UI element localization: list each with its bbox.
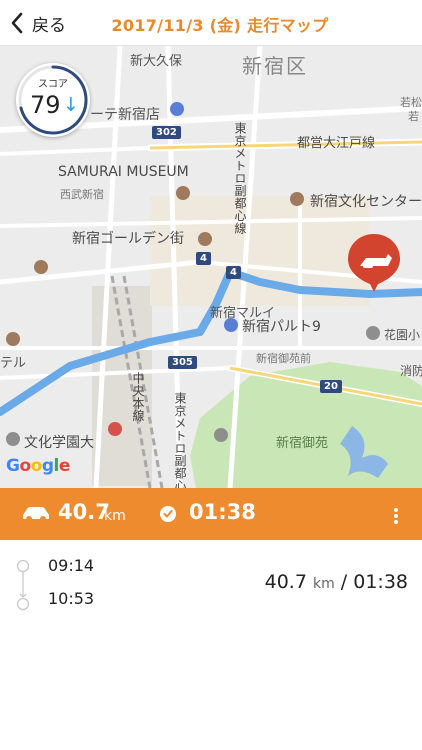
trip-duration: 01:38 <box>189 500 256 524</box>
poi-icon <box>214 428 228 442</box>
summary-duration: 01:38 <box>353 571 408 593</box>
hospital-icon <box>108 422 122 436</box>
shopping-icon <box>170 102 184 116</box>
line-label: 都営大江戸線 <box>297 136 376 151</box>
station-label: 西武新宿 <box>60 188 104 201</box>
distance-unit: km <box>104 508 126 524</box>
park-label: 新宿御苑 <box>276 436 329 451</box>
line-label: 東京メトロ副都心線 <box>173 392 187 488</box>
poi-icon <box>34 260 48 274</box>
page-title: 2017/11/3 (金) 走行マップ <box>111 16 329 35</box>
museum-label: SAMURAI MUSEUM <box>58 164 189 180</box>
navigation-header: 戻る 2017/11/3 (金) 走行マップ <box>0 0 422 46</box>
museum-icon <box>176 186 190 200</box>
end-time: 10:53 <box>48 589 95 608</box>
timeline-icon <box>16 559 30 611</box>
poi-icon <box>198 232 212 246</box>
summary-separator: / <box>340 571 348 593</box>
score-label: スコア <box>38 79 68 90</box>
shopping-icon <box>224 318 238 332</box>
score-badge[interactable]: スコア 79 ↓ <box>16 63 90 137</box>
score-value: 79 <box>30 91 61 119</box>
road-shield: 305 <box>168 356 197 369</box>
road-shield: 4 <box>226 266 241 279</box>
trip-summary-bar: 40.7 km 01:38 <box>0 488 422 540</box>
clock-icon <box>160 506 176 522</box>
line-label: 東京メトロ副都心線 <box>233 122 247 235</box>
road-shield: 20 <box>320 380 342 393</box>
route-map[interactable]: 新宿区 新大久保 ーテ新宿店 SAMURAI MUSEUM 西武新宿 新宿ゴール… <box>0 46 422 488</box>
trip-details: 09:14 10:53 40.7 km / 01:38 <box>0 540 422 750</box>
area-label: 若 <box>408 110 419 123</box>
line-label: 中央本線 <box>131 372 145 422</box>
arrow-down-icon: ↓ <box>63 94 79 116</box>
braking-event-icon[interactable] <box>346 232 402 296</box>
poi-label: 消防 <box>400 364 422 378</box>
district-label: 新宿区 <box>242 54 308 78</box>
poi-icon <box>290 192 304 206</box>
poi-label: 文化学園大 <box>24 435 94 451</box>
start-time: 09:14 <box>48 556 95 575</box>
trip-summary: 40.7 km / 01:38 <box>265 571 408 593</box>
summary-unit: km <box>312 576 335 592</box>
road-shield: 302 <box>152 126 181 139</box>
more-options-icon[interactable] <box>384 504 408 528</box>
station-label: 新大久保 <box>130 54 183 69</box>
car-icon <box>23 507 49 522</box>
poi-icon <box>6 332 20 346</box>
google-logo: Google <box>6 456 70 476</box>
poi-label: 花園小 <box>384 328 421 342</box>
school-icon <box>366 326 380 340</box>
poi-label: 新宿パルト9 <box>242 319 321 335</box>
school-icon <box>6 432 20 446</box>
store-label: ーテ新宿店 <box>90 107 160 123</box>
road-shield: 4 <box>196 252 211 265</box>
poi-label: 新宿文化センター <box>310 194 422 210</box>
station-label: 新宿御苑前 <box>256 352 311 365</box>
poi-label: 新宿ゴールデン街 <box>72 231 184 247</box>
poi-label: テル <box>0 356 27 371</box>
trip-distance: 40.7 <box>58 500 110 524</box>
summary-distance: 40.7 <box>264 571 307 593</box>
